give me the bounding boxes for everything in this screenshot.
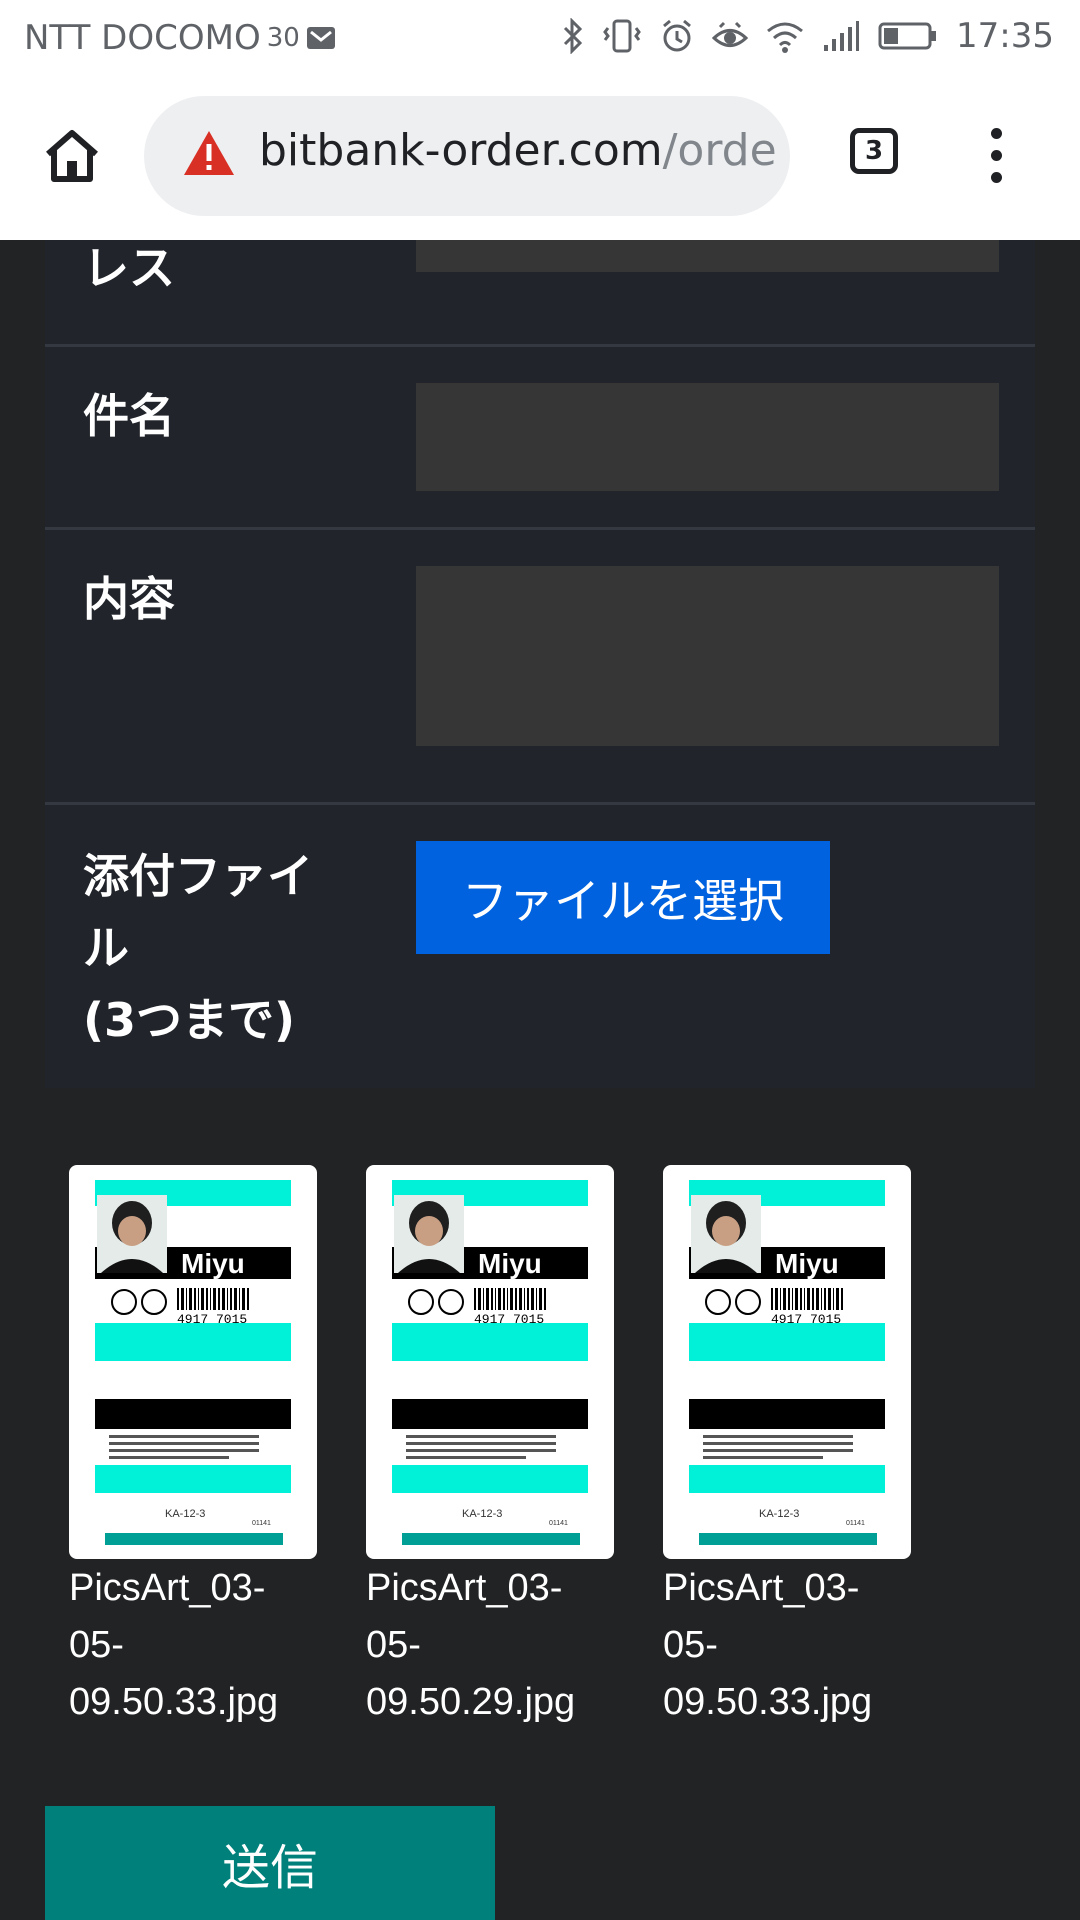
attachment-thumbnail[interactable]: Miyu 4917 7015 KA-12-3 01141 [366,1165,614,1559]
divider [45,802,1035,805]
clock-time: 17:35 [956,16,1054,56]
filename-line: 09.50.29.jpg [366,1681,576,1723]
url-text[interactable]: bitbank-order.com/orde [259,125,777,176]
url-host: bitbank-order.com [259,125,663,176]
status-bar: NTT DOCOMO 30 17:35 [0,0,1080,76]
eye-icon [712,21,749,51]
field-label-address: レス [83,241,175,295]
filename-line: 05- [69,1624,124,1666]
card-name-text: Miyu [478,1248,542,1279]
menu-button[interactable] [986,128,1006,186]
content-textarea[interactable] [416,566,999,746]
filename-line: 09.50.33.jpg [663,1681,873,1723]
submit-button[interactable]: 送信 [45,1806,495,1920]
attachment-label-line: ル [83,921,129,975]
attachment-thumbnail[interactable]: Miyu 4917 7015 KA-12-3 01141 [69,1165,317,1559]
attachment-label-line: (3つまで) [83,993,296,1047]
divider [45,527,1035,530]
signal-icon [822,19,860,53]
filename-line: 05- [366,1624,421,1666]
vibrate-icon [602,18,642,54]
choose-file-button[interactable]: ファイルを選択 [416,841,830,954]
card-name-text: Miyu [775,1248,839,1279]
url-bar[interactable]: bitbank-order.com/orde [144,96,790,216]
field-label-subject: 件名 [83,389,175,443]
menu-dot-icon [990,150,1002,161]
attachment-thumbnail[interactable]: Miyu 4917 7015 KA-12-3 01141 [663,1165,911,1559]
url-path: /orde [662,125,777,176]
card-code-text: KA-12-3 [165,1508,205,1520]
attachment-filename: PicsArt_03- 05- 09.50.33.jpg [69,1560,309,1731]
attachment-filename: PicsArt_03- 05- 09.50.29.jpg [366,1560,606,1731]
warning-icon[interactable] [182,128,236,178]
card-small-code-text: 01141 [252,1520,271,1527]
battery-icon [878,21,938,51]
attachment-filename: PicsArt_03- 05- 09.50.33.jpg [663,1560,903,1731]
contact-form: レス 件名 内容 添付ファイ ル (3つまで) ファイルを選択 [45,240,1035,1088]
home-icon [46,130,98,182]
card-small-code-text: 01141 [846,1520,865,1527]
card-name-text: Miyu [181,1248,245,1279]
menu-dot-icon [990,172,1002,183]
address-input[interactable] [416,240,999,272]
attachment-label-line: 添付ファイ [83,849,313,903]
browser-toolbar: bitbank-order.com/orde 3 [0,76,1080,240]
carrier-extra: 30 [266,23,300,53]
field-label-content: 内容 [83,572,175,626]
filename-line: 05- [663,1624,718,1666]
divider [45,344,1035,347]
home-button[interactable] [44,128,100,184]
filename-line: 09.50.33.jpg [69,1681,279,1723]
filename-line: PicsArt_03- [663,1567,860,1609]
filename-line: PicsArt_03- [366,1567,563,1609]
carrier-name: NTT DOCOMO [24,18,261,58]
menu-dot-icon [990,128,1002,139]
subject-input[interactable] [416,383,999,491]
field-label-attachments: 添付ファイ ル (3つまで) [83,840,313,1056]
card-code-text: KA-12-3 [759,1508,799,1520]
card-code-text: KA-12-3 [462,1508,502,1520]
alarm-icon [660,18,694,54]
bluetooth-icon [562,18,584,54]
card-small-code-text: 01141 [549,1520,568,1527]
gmail-icon [306,25,336,51]
wifi-icon [766,19,804,53]
tab-switcher-button[interactable]: 3 [850,128,898,174]
filename-line: PicsArt_03- [69,1567,266,1609]
